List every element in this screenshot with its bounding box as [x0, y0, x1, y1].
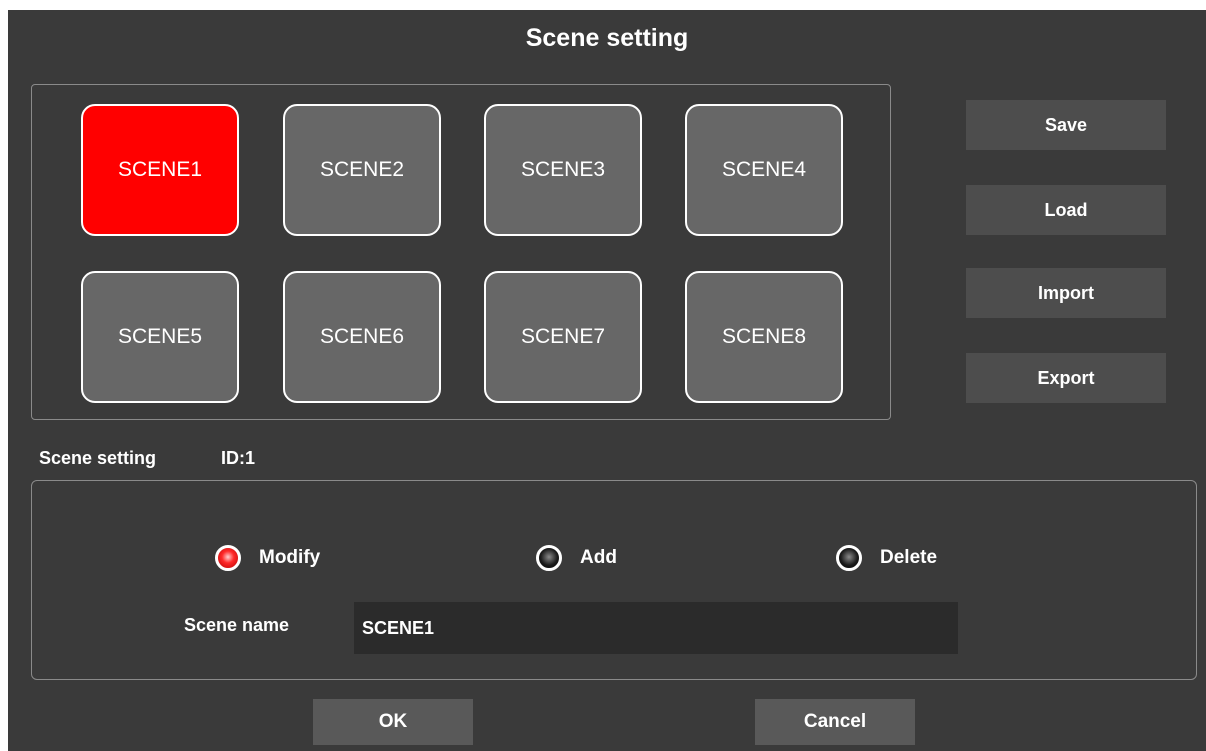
- radio-label-modify: Modify: [259, 547, 321, 568]
- scene-button-2[interactable]: SCENE2: [283, 104, 441, 236]
- scene-button-3[interactable]: SCENE3: [484, 104, 642, 236]
- settings-caption: Scene setting: [39, 448, 157, 468]
- save-button[interactable]: Save: [966, 100, 1166, 150]
- scene-id-label: ID:1: [221, 448, 256, 468]
- dialog-title: Scene setting: [525, 24, 689, 52]
- radio-label-add: Add: [580, 547, 617, 568]
- load-button[interactable]: Load: [966, 185, 1166, 235]
- cancel-button[interactable]: Cancel: [755, 699, 915, 745]
- scene-name-input[interactable]: [354, 602, 958, 654]
- ok-button[interactable]: OK: [313, 699, 473, 745]
- scene-button-1[interactable]: SCENE1: [81, 104, 239, 236]
- export-button[interactable]: Export: [966, 353, 1166, 403]
- mode-radio-modify[interactable]: Modify: [215, 545, 320, 571]
- scene-button-4[interactable]: SCENE4: [685, 104, 843, 236]
- mode-radio-delete[interactable]: Delete: [836, 545, 937, 571]
- radio-label-delete: Delete: [880, 547, 938, 568]
- import-button[interactable]: Import: [966, 268, 1166, 318]
- radio-unselected-icon: [836, 545, 862, 571]
- scene-setting-dialog: Scene setting SCENE1 SCENE2 SCENE3 SCENE…: [8, 10, 1206, 751]
- radio-selected-icon: [215, 545, 241, 571]
- scene-grid-panel: SCENE1 SCENE2 SCENE3 SCENE4 SCENE5 SCENE…: [31, 84, 891, 420]
- scene-button-6[interactable]: SCENE6: [283, 271, 441, 403]
- radio-unselected-icon: [536, 545, 562, 571]
- scene-name-label: Scene name: [184, 615, 290, 635]
- scene-button-7[interactable]: SCENE7: [484, 271, 642, 403]
- mode-radio-add[interactable]: Add: [536, 545, 617, 571]
- scene-button-5[interactable]: SCENE5: [81, 271, 239, 403]
- scene-button-8[interactable]: SCENE8: [685, 271, 843, 403]
